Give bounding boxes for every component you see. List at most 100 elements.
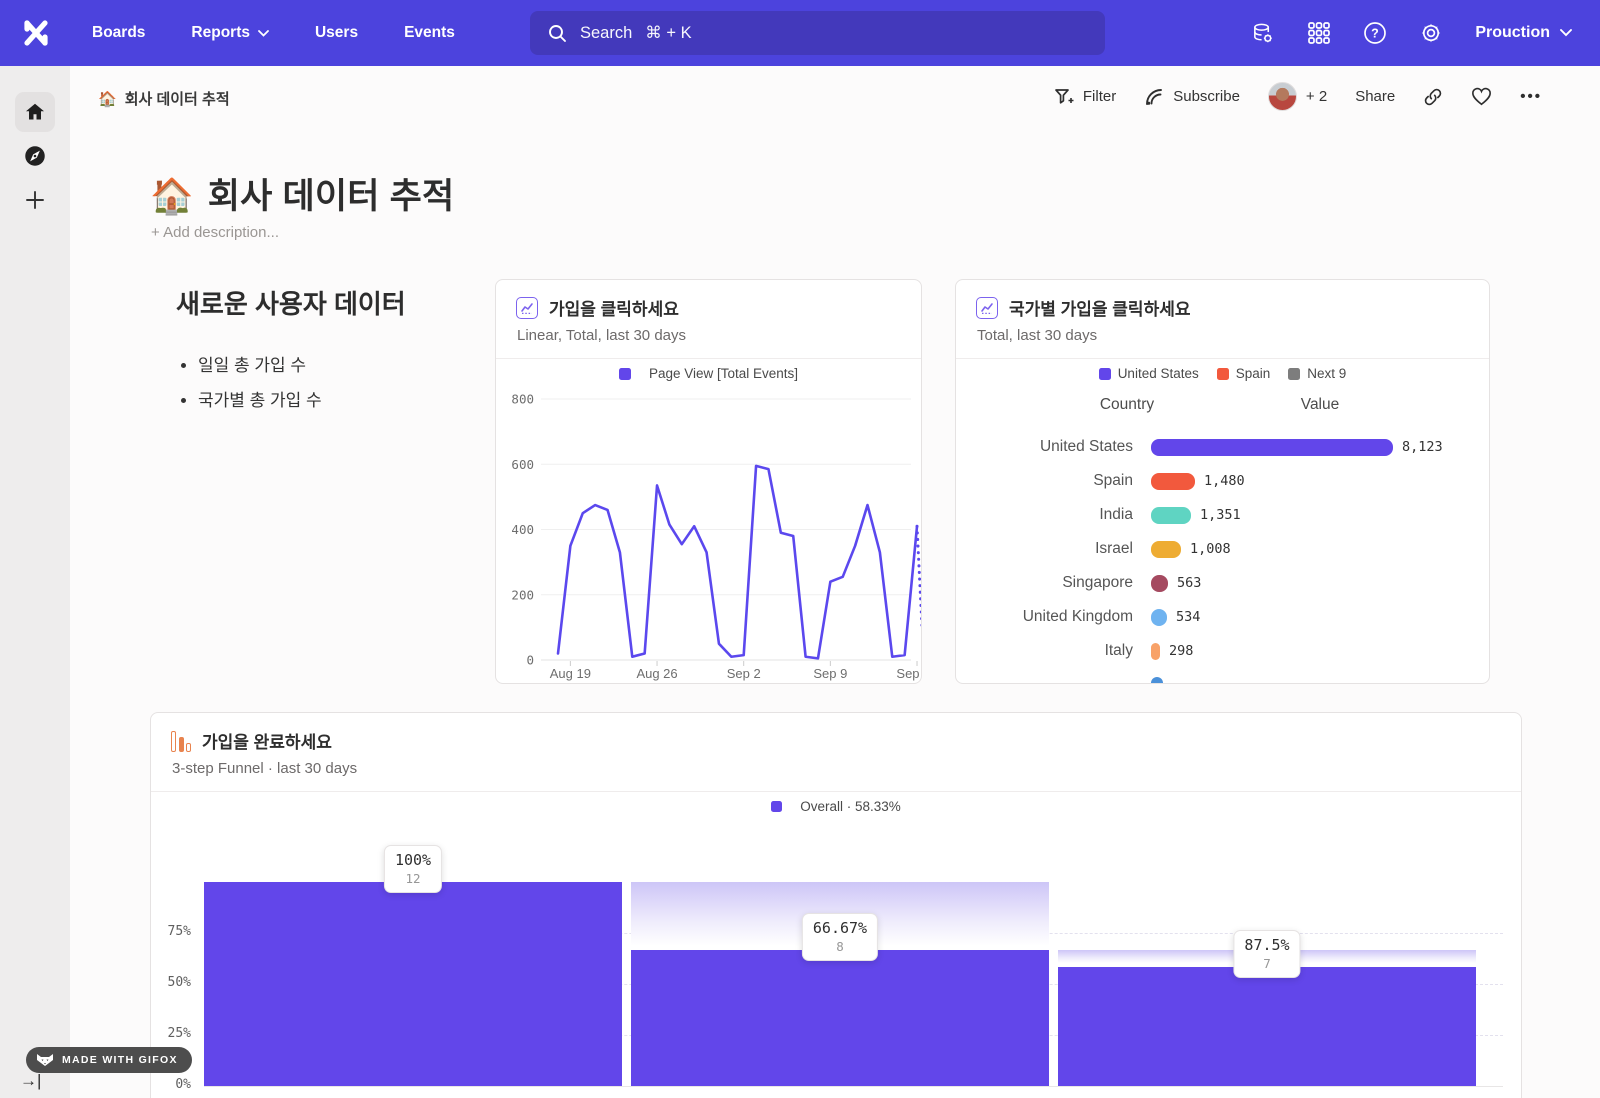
mixpanel-logo-icon[interactable] xyxy=(20,18,52,48)
discover-button[interactable] xyxy=(15,136,55,176)
funnel-step-badge: 87.5% 7 xyxy=(1233,930,1300,978)
collaborators[interactable]: + 2 xyxy=(1268,82,1327,111)
funnel-bar[interactable] xyxy=(631,950,1049,1086)
country-bar[interactable] xyxy=(1151,473,1195,490)
svg-text:Sep 16: Sep 16 xyxy=(896,666,922,681)
link-icon xyxy=(1423,87,1443,107)
bullet-item: 국가별 총 가입 수 xyxy=(198,386,476,411)
watermark-label: MADE WITH GIFOX xyxy=(62,1054,178,1066)
country-bar-card: 국가별 가입을 클릭하세요 Total, last 30 days United… xyxy=(955,279,1490,684)
svg-text:Aug 19: Aug 19 xyxy=(550,666,591,681)
y-axis-label: 50% xyxy=(151,975,191,990)
country-label: Spain xyxy=(956,472,1151,490)
step-conversion-rate: 87.5% xyxy=(1244,936,1289,954)
search-input[interactable]: Search ⌘ + K xyxy=(530,11,1105,55)
country-value: 563 xyxy=(1177,575,1201,591)
search-shortcut: ⌘ + K xyxy=(645,23,691,43)
create-board-button[interactable] xyxy=(15,180,55,220)
app-root: Boards Reports Users Events Search ⌘ + K xyxy=(0,0,1600,1098)
country-bar[interactable] xyxy=(1151,541,1181,558)
country-bar[interactable] xyxy=(1151,575,1168,592)
home-button[interactable] xyxy=(15,92,55,132)
country-value: 1,480 xyxy=(1204,473,1245,489)
table-row: United States8,123 xyxy=(956,430,1489,464)
nav-right: ? Prouction xyxy=(1251,0,1572,66)
funnel-bar[interactable] xyxy=(1058,967,1476,1086)
country-label: Italy xyxy=(956,642,1151,660)
line-chart-card: 가입을 클릭하세요 Linear, Total, last 30 days Pa… xyxy=(495,279,922,684)
help-icon[interactable]: ? xyxy=(1363,21,1387,45)
chevron-down-icon xyxy=(1560,29,1572,37)
table-row: Israel1,008 xyxy=(956,532,1489,566)
nav-item-boards[interactable]: Boards xyxy=(92,24,145,42)
page-title: 🏠회사 데이터 추적 xyxy=(150,168,454,219)
left-rail: →| xyxy=(0,66,70,1098)
line-legend: Page View [Total Events] xyxy=(496,366,921,381)
copy-link-button[interactable] xyxy=(1423,87,1443,107)
search-label: Search xyxy=(580,24,632,43)
country-value: 298 xyxy=(1169,643,1193,659)
filter-button[interactable]: Filter xyxy=(1054,88,1116,106)
legend-swatch xyxy=(619,368,631,380)
step-count: 7 xyxy=(1244,956,1289,971)
share-button[interactable]: Share xyxy=(1355,88,1395,105)
country-value: 1,351 xyxy=(1200,507,1241,523)
gridline xyxy=(204,1086,1503,1087)
legend-swatch xyxy=(1288,368,1300,380)
funnel-card: 가입을 완료하세요 3-step Funnel · last 30 days O… xyxy=(150,712,1522,1098)
country-bar[interactable] xyxy=(1151,439,1393,456)
board-toolbar: 🏠 회사 데이터 추적 Filter Subscribe xyxy=(70,66,1600,132)
step-conversion-rate: 100% xyxy=(395,851,431,869)
svg-text:Aug 26: Aug 26 xyxy=(636,666,677,681)
avatar xyxy=(1268,82,1297,111)
legend-label: Page View [Total Events] xyxy=(649,366,798,381)
table-row: Spain 1,480 xyxy=(956,464,1489,498)
table-row: United Kingdom534 xyxy=(956,600,1489,634)
line-chart[interactable]: 0200400600800Aug 19Aug 26Sep 2Sep 9Sep 1… xyxy=(496,384,922,684)
country-label: United States xyxy=(956,438,1151,456)
data-management-icon[interactable] xyxy=(1251,21,1275,45)
settings-gear-icon[interactable] xyxy=(1419,21,1443,45)
svg-text:Sep 9: Sep 9 xyxy=(813,666,847,681)
nav-item-reports[interactable]: Reports xyxy=(191,24,269,42)
board-emoji: 🏠 xyxy=(98,90,117,108)
country-card-title-row[interactable]: 국가별 가입을 클릭하세요 xyxy=(976,295,1469,320)
project-selector[interactable]: Prouction xyxy=(1475,24,1572,42)
favorite-button[interactable] xyxy=(1471,87,1492,106)
step-conversion-rate: 66.67% xyxy=(813,919,867,937)
fox-icon xyxy=(36,1053,54,1067)
svg-text:200: 200 xyxy=(511,587,534,602)
more-options-button[interactable]: ••• xyxy=(1520,88,1542,105)
svg-text:800: 800 xyxy=(511,392,534,407)
funnel-bar[interactable] xyxy=(204,882,622,1086)
country-value: 534 xyxy=(1176,609,1200,625)
country-bar[interactable] xyxy=(1151,507,1191,524)
apps-grid-icon[interactable] xyxy=(1307,21,1331,45)
country-label: Israel xyxy=(956,540,1151,558)
nav-item-users[interactable]: Users xyxy=(315,24,358,42)
country-card-title: 국가별 가입을 클릭하세요 xyxy=(1009,295,1191,320)
nav-item-events[interactable]: Events xyxy=(404,24,455,42)
compass-icon xyxy=(22,143,48,169)
table-row-partial xyxy=(956,668,1489,684)
legend-item: Spain xyxy=(1217,366,1271,381)
line-chart-icon xyxy=(976,297,998,319)
funnel-plot: 75%50%25%0%100%1266.67%887.5%7 xyxy=(151,713,1521,1098)
country-bar[interactable] xyxy=(1151,643,1160,660)
add-description-button[interactable]: + Add description... xyxy=(151,224,279,241)
svg-text:0: 0 xyxy=(526,653,534,668)
chevron-down-icon xyxy=(258,30,269,37)
subscribe-button[interactable]: Subscribe xyxy=(1144,87,1240,107)
line-card-title-row[interactable]: 가입을 클릭하세요 xyxy=(516,295,901,320)
country-label: India xyxy=(956,506,1151,524)
line-card-subtitle: Linear, Total, last 30 days xyxy=(517,327,901,344)
expand-sidebar-button[interactable]: →| xyxy=(20,1071,41,1091)
heart-icon xyxy=(1471,87,1492,106)
breadcrumb[interactable]: 🏠 회사 데이터 추적 xyxy=(98,88,230,109)
country-bar[interactable] xyxy=(1151,677,1163,685)
country-bar[interactable] xyxy=(1151,609,1167,626)
line-chart-icon xyxy=(516,297,538,319)
column-header-value: Value xyxy=(1265,396,1375,414)
column-header-country: Country xyxy=(1072,396,1182,414)
bullet-item: 일일 총 가입 수 xyxy=(198,351,476,376)
